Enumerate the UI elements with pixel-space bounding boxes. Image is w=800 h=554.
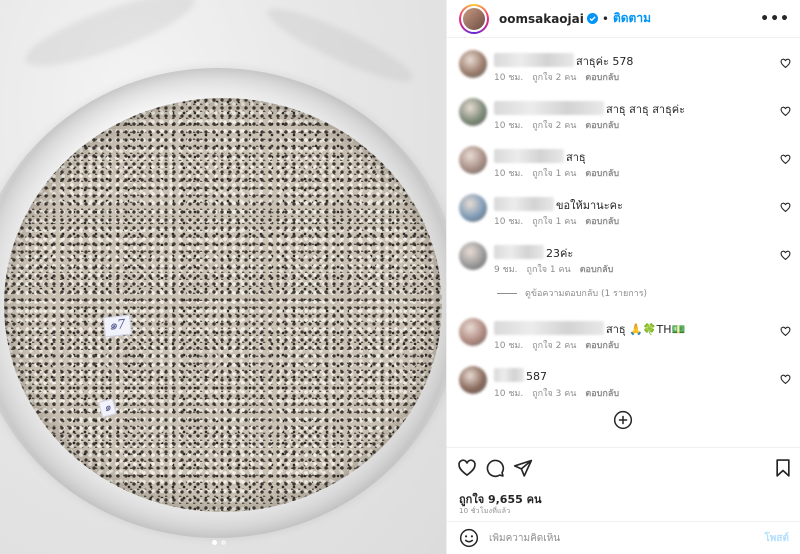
emoji-icon[interactable] [459,528,479,548]
comment-text: ขอให้มานะคะ [556,199,623,212]
post-actions: ถูกใจ 9,655 คน 10 ชั่วโมงที่แล้ว [447,447,800,527]
commenter-name-blurred[interactable] [494,53,574,67]
comment-time: 10 ชม. [494,169,524,179]
reply-button[interactable]: ตอบกลับ [585,389,619,399]
profile-avatar[interactable] [459,3,489,34]
add-comment-bar: โพสต์ [447,521,800,554]
verified-badge-icon [586,13,598,24]
comment-text-row: สาธุค่ะ 578 [494,52,633,70]
comment-likes[interactable]: ถูกใจ 2 คน [532,341,576,351]
number-tag: ๑7 [103,314,132,338]
comment-likes[interactable]: ถูกใจ 2 คน [532,121,576,131]
replies-line [497,292,517,294]
reply-button[interactable]: ตอบกลับ [585,341,619,351]
comment-text: สาธุ [566,151,586,164]
comment-text-row: สาธุ [494,148,586,166]
comment-meta: 9 ชม. ถูกใจ 1 คน ตอบกลับ [494,262,622,276]
post-timestamp: 10 ชั่วโมงที่แล้ว [459,507,511,515]
comment-likes[interactable]: ถูกใจ 1 คน [527,265,571,275]
comment-time: 10 ชม. [494,341,524,351]
marble-texture [18,0,202,80]
comment-input[interactable] [489,532,765,544]
reply-button[interactable]: ตอบกลับ [580,265,614,275]
commenter-name-blurred[interactable] [494,368,524,382]
comment-text-row: สาธุ สาธุ สาธุค่ะ [494,100,685,118]
commenter-avatar[interactable] [459,50,487,78]
comment-time: 10 ชม. [494,121,524,131]
reply-button[interactable]: ตอบกลับ [585,169,619,179]
commenter-name-blurred[interactable] [494,245,544,259]
comment-likes[interactable]: ถูกใจ 1 คน [532,169,576,179]
comment-text: สาธุ 🙏🍀TH💵 [606,323,686,336]
comment-time: 10 ชม. [494,389,524,399]
comment-likes[interactable]: ถูกใจ 1 คน [532,217,576,227]
comment-likes[interactable]: ถูกใจ 2 คน [532,73,576,83]
commenter-avatar[interactable] [459,366,487,394]
carousel-indicator [212,540,226,545]
commenter-name-blurred[interactable] [494,197,554,211]
comment-time: 10 ชม. [494,217,524,227]
comment-meta: 10 ชม. ถูกใจ 2 คน ตอบกลับ [494,118,628,132]
reply-button[interactable]: ตอบกลับ [585,73,619,83]
comment-like-heart-icon[interactable] [780,58,791,69]
view-replies-text: ดูข้อความตอบกลับ (1 รายการ) [525,289,648,299]
comment-meta: 10 ชม. ถูกใจ 1 คน ตอบกลับ [494,166,628,180]
commenter-name-blurred[interactable] [494,321,604,335]
comment-text: สาธุ สาธุ สาธุค่ะ [606,103,686,116]
share-icon[interactable] [513,458,533,478]
comment-meta: 10 ชม. ถูกใจ 3 คน ตอบกลับ [494,386,628,400]
comment-time: 10 ชม. [494,73,524,83]
comment-like-heart-icon[interactable] [780,202,791,213]
commenter-avatar[interactable] [459,194,487,222]
commenter-avatar[interactable] [459,318,487,346]
commenter-avatar[interactable] [459,242,487,270]
comment-meta: 10 ชม. ถูกใจ 1 คน ตอบกลับ [494,214,628,228]
post-image[interactable]: ๑7 ๑ [0,0,446,554]
comment-text-row: สาธุ 🙏🍀TH💵 [494,320,685,338]
seed-pile [4,98,442,512]
comment-text: 23ค่ะ [546,247,574,260]
comment-meta: 10 ชม. ถูกใจ 2 คน ตอบกลับ [494,338,628,352]
comment-meta: 10 ชม. ถูกใจ 2 คน ตอบกลับ [494,70,628,84]
comment-like-heart-icon[interactable] [780,154,791,165]
comment-like-heart-icon[interactable] [780,326,791,337]
username[interactable]: oomsakaojai [499,12,584,26]
commenter-name-blurred[interactable] [494,149,564,163]
load-more-comments-icon[interactable] [613,410,633,430]
separator: • [601,11,609,26]
commenter-avatar[interactable] [459,98,487,126]
post-details-panel: oomsakaojai • ติดตาม ••• สาธุค่ะ 578 10 ช… [446,0,800,554]
follow-button[interactable]: ติดตาม [613,9,651,28]
post-header: oomsakaojai • ติดตาม ••• [447,0,800,38]
save-bookmark-icon[interactable] [773,458,793,478]
carousel-dot [221,540,226,545]
comment-likes[interactable]: ถูกใจ 3 คน [532,389,576,399]
reply-button[interactable]: ตอบกลับ [585,217,619,227]
comment-text: สาธุค่ะ 578 [576,55,634,68]
comment-icon[interactable] [485,458,505,478]
more-options-button[interactable]: ••• [760,11,790,27]
comment-text: 587 [526,370,547,383]
comment-text-row: ขอให้มานะคะ [494,196,623,214]
commenter-name-blurred[interactable] [494,101,604,115]
comment-like-heart-icon[interactable] [780,250,791,261]
commenter-avatar[interactable] [459,146,487,174]
comment-like-heart-icon[interactable] [780,374,791,385]
like-heart-icon[interactable] [457,458,477,478]
reply-button[interactable]: ตอบกลับ [585,121,619,131]
comment-time: 9 ชม. [494,265,518,275]
comments-list: สาธุค่ะ 578 10 ชม. ถูกใจ 2 คน ตอบกลับ สาธุ ส… [447,40,800,436]
comment-text-row: 587 [494,368,547,383]
view-replies-link[interactable]: ดูข้อความตอบกลับ (1 รายการ) [497,286,647,300]
carousel-dot [212,540,217,545]
comment-text-row: 23ค่ะ [494,244,573,262]
comment-like-heart-icon[interactable] [780,106,791,117]
post-comment-button[interactable]: โพสต์ [764,531,789,546]
